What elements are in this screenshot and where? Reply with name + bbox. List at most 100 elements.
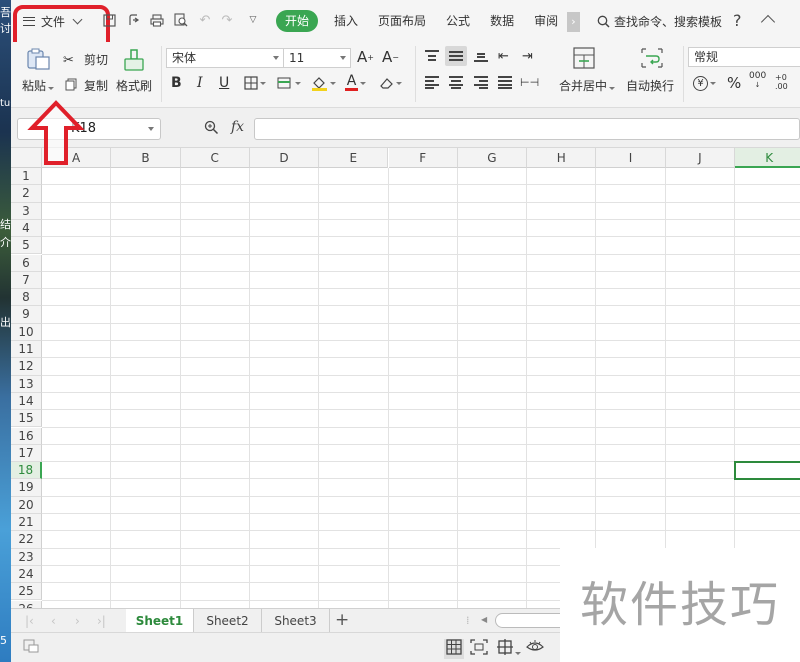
collapse-ribbon-icon[interactable]: [760, 14, 776, 30]
decrease-font-size-icon[interactable]: A −: [382, 48, 399, 66]
insert-function-button[interactable]: fx: [231, 119, 244, 135]
row-header-18[interactable]: 18: [11, 462, 42, 480]
cell-style-icon[interactable]: [277, 74, 301, 92]
row-header-2[interactable]: 2: [11, 185, 42, 203]
paste-button[interactable]: 粘贴: [22, 77, 55, 94]
align-middle-icon[interactable]: [445, 46, 467, 66]
tab-split-handle[interactable]: ⁞: [466, 614, 470, 627]
column-header-d[interactable]: D: [249, 148, 320, 168]
percent-style-icon[interactable]: %: [727, 74, 741, 92]
increase-decimal-icon[interactable]: +0 .00: [775, 73, 799, 91]
sheet-tab-sheet1[interactable]: Sheet1: [126, 609, 194, 633]
fill-color-icon[interactable]: [311, 74, 336, 92]
justify-icon[interactable]: [498, 76, 512, 89]
row-header-19[interactable]: 19: [11, 479, 42, 497]
customize-quick-access-icon[interactable]: ▽: [245, 12, 261, 28]
worksheet-grid[interactable]: A B C D E F G H I J K 1 2 3 4 5 6 7 8 9 10 11 12 13 14 15 16 17 18 19…: [11, 148, 800, 608]
align-center-icon[interactable]: [449, 76, 463, 89]
last-sheet-icon[interactable]: ›|: [97, 614, 106, 628]
column-header-j[interactable]: J: [665, 148, 735, 168]
prev-sheet-icon[interactable]: ‹: [51, 614, 56, 628]
eye-protection-icon[interactable]: [526, 639, 544, 657]
paste-icon[interactable]: [25, 48, 51, 70]
sheet-tab-sheet2[interactable]: Sheet2: [194, 609, 262, 633]
tab-page-layout[interactable]: 页面布局: [368, 10, 436, 32]
row-header-5[interactable]: 5: [11, 237, 42, 255]
bold-icon[interactable]: B: [171, 74, 182, 92]
page-layout-view-icon[interactable]: [470, 639, 488, 659]
row-header-12[interactable]: 12: [11, 358, 42, 376]
underline-icon[interactable]: U: [219, 74, 229, 92]
format-painter-button[interactable]: 格式刷: [116, 77, 152, 94]
thousands-separator-icon[interactable]: 000 ↓: [749, 72, 766, 90]
first-sheet-icon[interactable]: |‹: [25, 614, 34, 628]
row-header-22[interactable]: 22: [11, 531, 42, 549]
column-header-c[interactable]: C: [180, 148, 250, 168]
column-header-h[interactable]: H: [527, 148, 597, 168]
row-header-21[interactable]: 21: [11, 514, 42, 532]
align-left-icon[interactable]: [425, 76, 439, 89]
row-header-23[interactable]: 23: [11, 548, 42, 566]
row-header-10[interactable]: 10: [11, 323, 42, 341]
column-header-k[interactable]: K: [735, 148, 800, 168]
command-search[interactable]: 查找命令、搜索模板: [597, 12, 722, 30]
increase-indent-icon[interactable]: ⇥: [522, 47, 533, 65]
row-header-26[interactable]: 26: [11, 600, 42, 608]
row-header-11[interactable]: 11: [11, 341, 42, 359]
clear-format-icon[interactable]: [378, 74, 402, 92]
export-pdf-icon[interactable]: [125, 12, 141, 28]
currency-format-icon[interactable]: ¥: [693, 74, 716, 92]
help-icon[interactable]: ?: [733, 11, 742, 30]
row-header-6[interactable]: 6: [11, 254, 42, 272]
wrap-text-button[interactable]: 自动换行: [626, 77, 674, 94]
normal-view-icon[interactable]: [444, 639, 464, 659]
row-header-4[interactable]: 4: [11, 219, 42, 238]
row-header-25[interactable]: 25: [11, 583, 42, 601]
row-header-3[interactable]: 3: [11, 202, 42, 220]
align-right-icon[interactable]: [474, 76, 488, 89]
italic-icon[interactable]: I: [197, 74, 203, 92]
print-icon[interactable]: [149, 12, 165, 28]
macro-icon[interactable]: [23, 639, 39, 657]
redo-icon[interactable]: ↷: [219, 12, 235, 28]
print-preview-icon[interactable]: [173, 12, 189, 28]
formula-input[interactable]: [254, 118, 800, 140]
active-cell[interactable]: [734, 461, 800, 481]
row-header-9[interactable]: 9: [11, 306, 42, 324]
align-bottom-icon[interactable]: [474, 50, 488, 62]
undo-icon[interactable]: ↶: [197, 12, 213, 28]
row-header-24[interactable]: 24: [11, 565, 42, 584]
decrease-indent-icon[interactable]: ⇤: [498, 47, 509, 65]
cut-button[interactable]: 剪切: [84, 51, 108, 68]
file-menu-button[interactable]: 文件: [13, 5, 110, 61]
next-sheet-icon[interactable]: ›: [75, 614, 80, 628]
row-header-15[interactable]: 15: [11, 410, 42, 428]
row-header-16[interactable]: 16: [11, 427, 42, 445]
tab-review[interactable]: 审阅: [524, 10, 568, 32]
align-top-icon[interactable]: [425, 50, 439, 62]
borders-icon[interactable]: [244, 74, 266, 92]
distributed-align-icon[interactable]: ⊢⊣: [520, 73, 539, 91]
tab-home[interactable]: 开始: [276, 10, 319, 32]
column-header-g[interactable]: G: [457, 148, 528, 168]
column-header-f[interactable]: F: [388, 148, 458, 168]
tab-insert[interactable]: 插入: [324, 10, 368, 32]
page-break-view-icon[interactable]: [497, 639, 521, 659]
column-header-b[interactable]: B: [111, 148, 181, 168]
increase-font-size-icon[interactable]: A +: [357, 48, 374, 66]
font-name-select[interactable]: 宋体: [166, 48, 284, 68]
row-header-20[interactable]: 20: [11, 496, 42, 514]
column-header-i[interactable]: I: [596, 148, 666, 168]
font-color-icon[interactable]: A: [345, 74, 366, 92]
column-header-e[interactable]: E: [319, 148, 389, 168]
font-size-select[interactable]: 11: [283, 48, 351, 68]
merge-center-button[interactable]: 合并居中: [559, 77, 616, 94]
tab-data[interactable]: 数据: [480, 10, 524, 32]
sheet-tab-sheet3[interactable]: Sheet3: [262, 609, 330, 633]
row-header-13[interactable]: 13: [11, 375, 42, 393]
row-header-17[interactable]: 17: [11, 444, 42, 463]
row-header-7[interactable]: 7: [11, 271, 42, 290]
tab-formulas[interactable]: 公式: [436, 10, 480, 32]
number-format-select[interactable]: 常规: [688, 47, 800, 67]
more-tabs-button[interactable]: ›: [567, 12, 580, 32]
